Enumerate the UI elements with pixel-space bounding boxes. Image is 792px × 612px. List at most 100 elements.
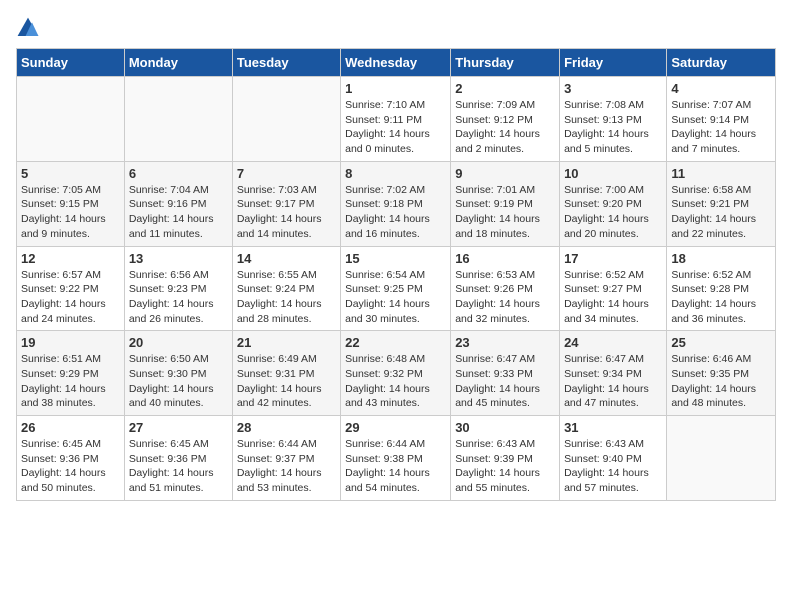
- day-number: 13: [129, 251, 228, 266]
- day-info: Sunrise: 7:09 AM Sunset: 9:12 PM Dayligh…: [455, 98, 555, 157]
- day-number: 18: [671, 251, 771, 266]
- day-cell: 12 Sunrise: 6:57 AM Sunset: 9:22 PM Dayli…: [17, 246, 125, 331]
- week-row-2: 5 Sunrise: 7:05 AM Sunset: 9:15 PM Daylig…: [17, 161, 776, 246]
- day-number: 29: [345, 420, 446, 435]
- day-info: Sunrise: 7:02 AM Sunset: 9:18 PM Dayligh…: [345, 183, 446, 242]
- day-info: Sunrise: 6:47 AM Sunset: 9:34 PM Dayligh…: [564, 352, 662, 411]
- day-info: Sunrise: 6:55 AM Sunset: 9:24 PM Dayligh…: [237, 268, 336, 327]
- day-cell: 29 Sunrise: 6:44 AM Sunset: 9:38 PM Dayli…: [341, 416, 451, 501]
- day-number: 4: [671, 81, 771, 96]
- day-info: Sunrise: 6:57 AM Sunset: 9:22 PM Dayligh…: [21, 268, 120, 327]
- day-info: Sunrise: 6:48 AM Sunset: 9:32 PM Dayligh…: [345, 352, 446, 411]
- day-cell: 21 Sunrise: 6:49 AM Sunset: 9:31 PM Dayli…: [232, 331, 340, 416]
- day-info: Sunrise: 6:51 AM Sunset: 9:29 PM Dayligh…: [21, 352, 120, 411]
- day-cell: 5 Sunrise: 7:05 AM Sunset: 9:15 PM Daylig…: [17, 161, 125, 246]
- day-cell: 17 Sunrise: 6:52 AM Sunset: 9:27 PM Dayli…: [560, 246, 667, 331]
- day-number: 17: [564, 251, 662, 266]
- day-number: 21: [237, 335, 336, 350]
- day-cell: 6 Sunrise: 7:04 AM Sunset: 9:16 PM Daylig…: [124, 161, 232, 246]
- day-info: Sunrise: 7:04 AM Sunset: 9:16 PM Dayligh…: [129, 183, 228, 242]
- day-info: Sunrise: 6:43 AM Sunset: 9:40 PM Dayligh…: [564, 437, 662, 496]
- day-cell: 8Sunrise: 7:02 AM Sunset: 9:18 PM Daylig…: [341, 161, 451, 246]
- day-cell: 16 Sunrise: 6:53 AM Sunset: 9:26 PM Dayli…: [451, 246, 560, 331]
- header-cell-monday: Monday: [124, 49, 232, 77]
- day-number: 5: [21, 166, 120, 181]
- day-cell: 13Sunrise: 6:56 AM Sunset: 9:23 PM Dayli…: [124, 246, 232, 331]
- day-cell: [232, 77, 340, 162]
- day-cell: 28 Sunrise: 6:44 AM Sunset: 9:37 PM Dayli…: [232, 416, 340, 501]
- week-row-1: 1Sunrise: 7:10 AM Sunset: 9:11 PM Daylig…: [17, 77, 776, 162]
- day-number: 22: [345, 335, 446, 350]
- day-cell: 22 Sunrise: 6:48 AM Sunset: 9:32 PM Dayli…: [341, 331, 451, 416]
- logo-icon: [16, 16, 40, 40]
- day-info: Sunrise: 7:07 AM Sunset: 9:14 PM Dayligh…: [671, 98, 771, 157]
- day-info: Sunrise: 6:52 AM Sunset: 9:28 PM Dayligh…: [671, 268, 771, 327]
- day-info: Sunrise: 6:47 AM Sunset: 9:33 PM Dayligh…: [455, 352, 555, 411]
- day-info: Sunrise: 6:45 AM Sunset: 9:36 PM Dayligh…: [21, 437, 120, 496]
- day-cell: 9Sunrise: 7:01 AM Sunset: 9:19 PM Daylig…: [451, 161, 560, 246]
- day-cell: 30 Sunrise: 6:43 AM Sunset: 9:39 PM Dayli…: [451, 416, 560, 501]
- day-number: 26: [21, 420, 120, 435]
- week-row-5: 26 Sunrise: 6:45 AM Sunset: 9:36 PM Dayli…: [17, 416, 776, 501]
- day-info: Sunrise: 6:45 AM Sunset: 9:36 PM Dayligh…: [129, 437, 228, 496]
- day-number: 12: [21, 251, 120, 266]
- day-number: 1: [345, 81, 446, 96]
- day-info: Sunrise: 7:00 AM Sunset: 9:20 PM Dayligh…: [564, 183, 662, 242]
- day-cell: 2Sunrise: 7:09 AM Sunset: 9:12 PM Daylig…: [451, 77, 560, 162]
- day-cell: 14 Sunrise: 6:55 AM Sunset: 9:24 PM Dayli…: [232, 246, 340, 331]
- week-row-3: 12 Sunrise: 6:57 AM Sunset: 9:22 PM Dayli…: [17, 246, 776, 331]
- day-info: Sunrise: 6:58 AM Sunset: 9:21 PM Dayligh…: [671, 183, 771, 242]
- day-number: 11: [671, 166, 771, 181]
- day-number: 25: [671, 335, 771, 350]
- day-info: Sunrise: 7:01 AM Sunset: 9:19 PM Dayligh…: [455, 183, 555, 242]
- header-cell-friday: Friday: [560, 49, 667, 77]
- day-cell: 20 Sunrise: 6:50 AM Sunset: 9:30 PM Dayli…: [124, 331, 232, 416]
- day-cell: 18 Sunrise: 6:52 AM Sunset: 9:28 PM Dayli…: [667, 246, 776, 331]
- header-cell-saturday: Saturday: [667, 49, 776, 77]
- day-cell: 15 Sunrise: 6:54 AM Sunset: 9:25 PM Dayli…: [341, 246, 451, 331]
- day-info: Sunrise: 6:53 AM Sunset: 9:26 PM Dayligh…: [455, 268, 555, 327]
- header-cell-wednesday: Wednesday: [341, 49, 451, 77]
- day-number: 15: [345, 251, 446, 266]
- day-info: Sunrise: 7:08 AM Sunset: 9:13 PM Dayligh…: [564, 98, 662, 157]
- day-number: 3: [564, 81, 662, 96]
- day-info: Sunrise: 7:03 AM Sunset: 9:17 PM Dayligh…: [237, 183, 336, 242]
- day-info: Sunrise: 6:50 AM Sunset: 9:30 PM Dayligh…: [129, 352, 228, 411]
- day-cell: 4 Sunrise: 7:07 AM Sunset: 9:14 PM Daylig…: [667, 77, 776, 162]
- day-cell: 19 Sunrise: 6:51 AM Sunset: 9:29 PM Dayli…: [17, 331, 125, 416]
- day-info: Sunrise: 6:46 AM Sunset: 9:35 PM Dayligh…: [671, 352, 771, 411]
- day-info: Sunrise: 6:52 AM Sunset: 9:27 PM Dayligh…: [564, 268, 662, 327]
- day-number: 10: [564, 166, 662, 181]
- day-number: 28: [237, 420, 336, 435]
- day-cell: [667, 416, 776, 501]
- day-cell: 24 Sunrise: 6:47 AM Sunset: 9:34 PM Dayli…: [560, 331, 667, 416]
- day-info: Sunrise: 6:44 AM Sunset: 9:38 PM Dayligh…: [345, 437, 446, 496]
- day-cell: 11 Sunrise: 6:58 AM Sunset: 9:21 PM Dayli…: [667, 161, 776, 246]
- header-cell-sunday: Sunday: [17, 49, 125, 77]
- day-cell: 1Sunrise: 7:10 AM Sunset: 9:11 PM Daylig…: [341, 77, 451, 162]
- day-cell: 31Sunrise: 6:43 AM Sunset: 9:40 PM Dayli…: [560, 416, 667, 501]
- day-cell: 26 Sunrise: 6:45 AM Sunset: 9:36 PM Dayli…: [17, 416, 125, 501]
- day-cell: 3 Sunrise: 7:08 AM Sunset: 9:13 PM Daylig…: [560, 77, 667, 162]
- day-cell: 10 Sunrise: 7:00 AM Sunset: 9:20 PM Dayli…: [560, 161, 667, 246]
- day-info: Sunrise: 6:54 AM Sunset: 9:25 PM Dayligh…: [345, 268, 446, 327]
- day-number: 30: [455, 420, 555, 435]
- calendar: SundayMondayTuesdayWednesdayThursdayFrid…: [16, 48, 776, 501]
- day-number: 16: [455, 251, 555, 266]
- day-info: Sunrise: 6:49 AM Sunset: 9:31 PM Dayligh…: [237, 352, 336, 411]
- header-cell-tuesday: Tuesday: [232, 49, 340, 77]
- day-number: 20: [129, 335, 228, 350]
- day-info: Sunrise: 7:05 AM Sunset: 9:15 PM Dayligh…: [21, 183, 120, 242]
- day-number: 14: [237, 251, 336, 266]
- day-number: 19: [21, 335, 120, 350]
- week-row-4: 19 Sunrise: 6:51 AM Sunset: 9:29 PM Dayli…: [17, 331, 776, 416]
- day-number: 23: [455, 335, 555, 350]
- day-info: Sunrise: 6:43 AM Sunset: 9:39 PM Dayligh…: [455, 437, 555, 496]
- day-cell: 23 Sunrise: 6:47 AM Sunset: 9:33 PM Dayli…: [451, 331, 560, 416]
- day-info: Sunrise: 6:44 AM Sunset: 9:37 PM Dayligh…: [237, 437, 336, 496]
- day-number: 27: [129, 420, 228, 435]
- day-number: 6: [129, 166, 228, 181]
- day-number: 7: [237, 166, 336, 181]
- day-number: 24: [564, 335, 662, 350]
- day-cell: 25 Sunrise: 6:46 AM Sunset: 9:35 PM Dayli…: [667, 331, 776, 416]
